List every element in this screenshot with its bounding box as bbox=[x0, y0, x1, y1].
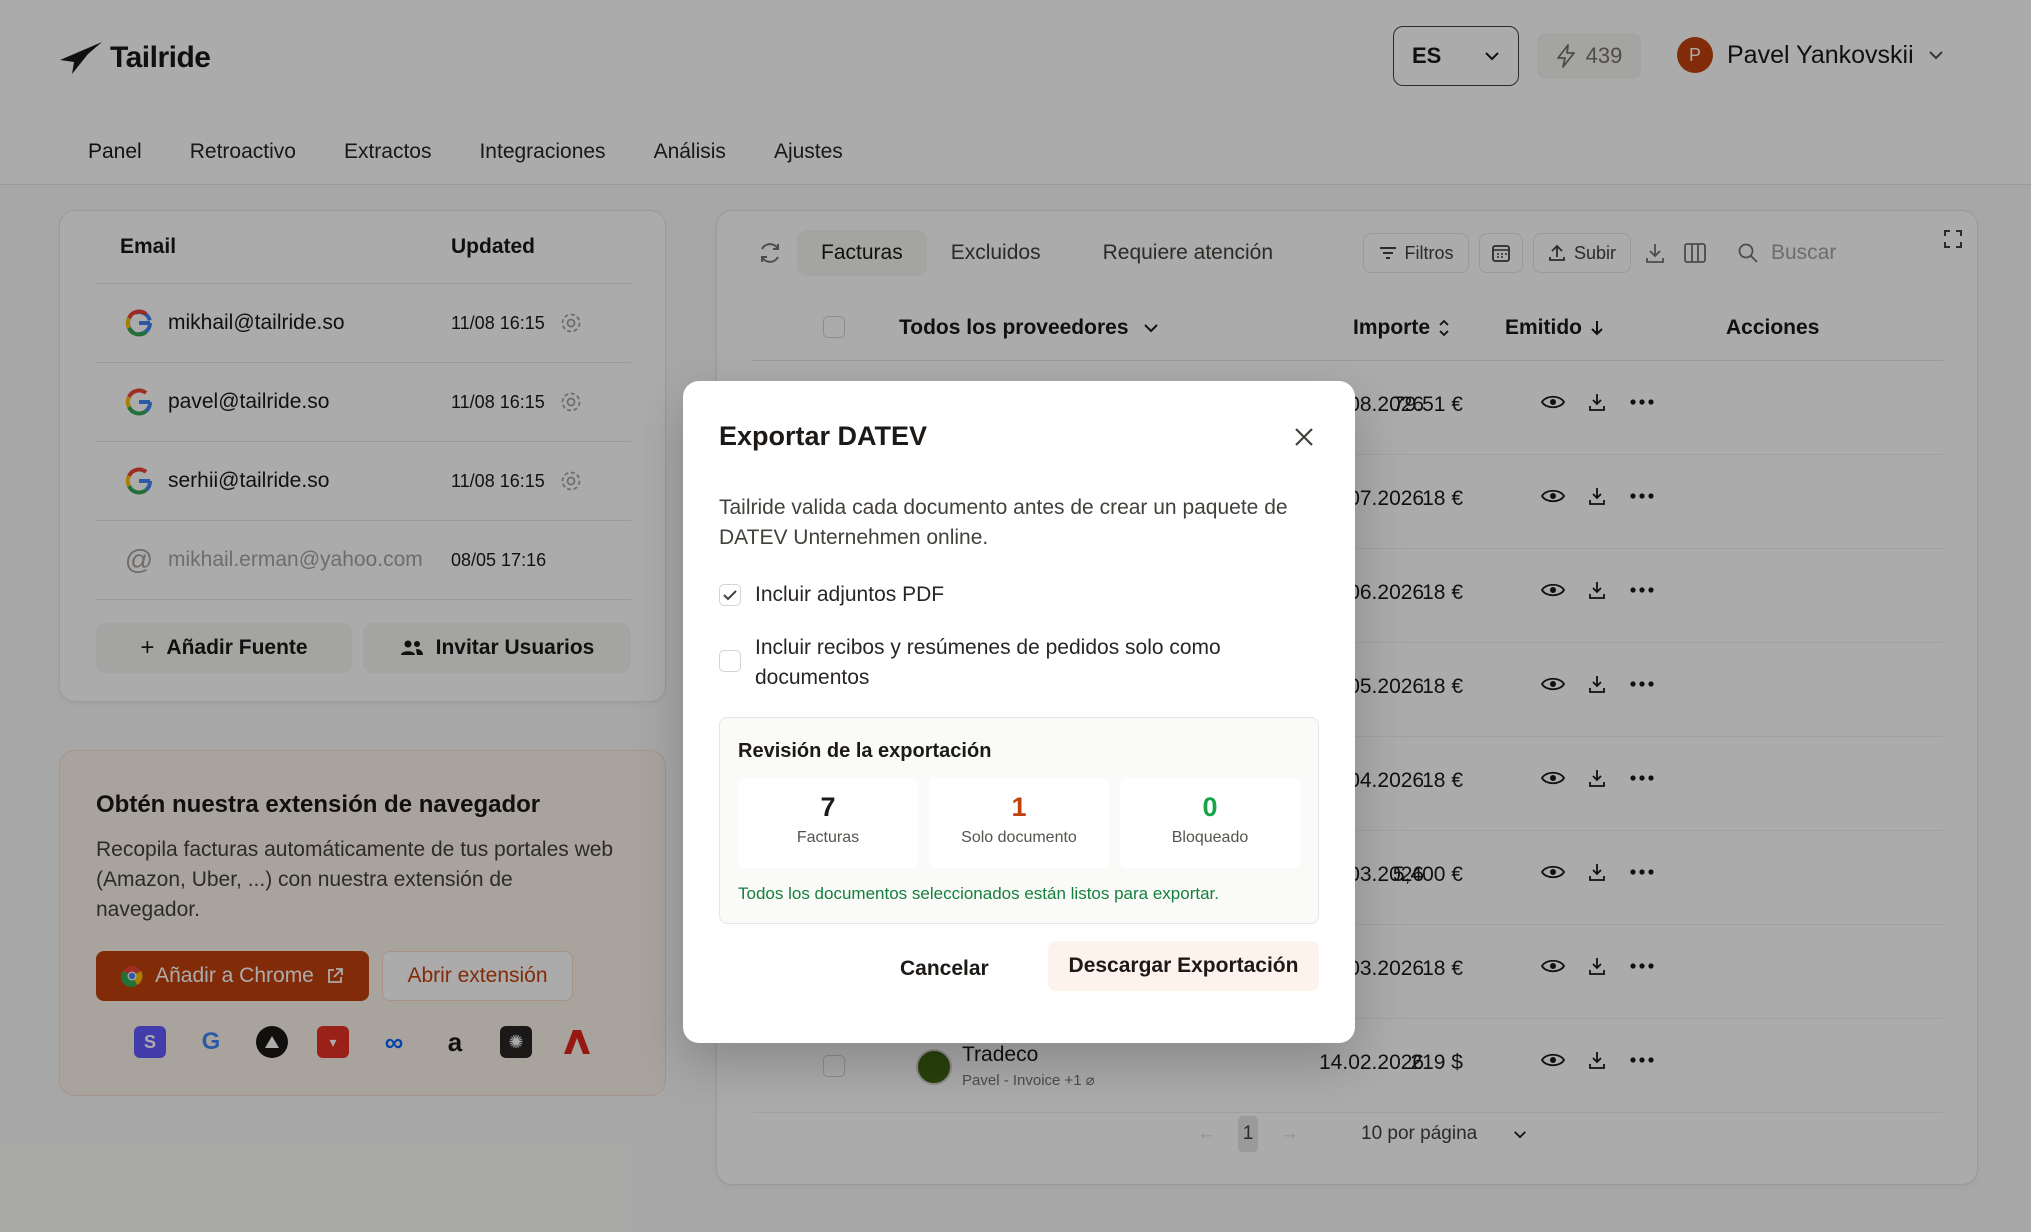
modal-title: Exportar DATEV bbox=[719, 421, 928, 451]
stat-value: 0 bbox=[1202, 792, 1218, 822]
modal-description: Tailride valida cada documento antes de … bbox=[719, 496, 1288, 549]
include-pdf-checkbox[interactable] bbox=[719, 584, 741, 606]
stat-value: 1 bbox=[1011, 792, 1027, 822]
include-pdf-label: Incluir adjuntos PDF bbox=[755, 583, 945, 606]
stat-label: Facturas bbox=[796, 829, 860, 846]
cancel-button[interactable]: Cancelar bbox=[900, 957, 989, 981]
stat-label: Solo documento bbox=[961, 829, 1077, 846]
stat-blocked: 0 Bloqueado bbox=[1120, 778, 1300, 868]
stat-invoices: 7 Facturas bbox=[738, 778, 918, 868]
include-receipts-label: Incluir recibos y resúmenes de pedidos s… bbox=[755, 636, 1221, 689]
check-icon bbox=[723, 590, 737, 601]
review-status-message: Todos los documentos seleccionados están… bbox=[738, 884, 1219, 903]
stat-value: 7 bbox=[820, 792, 836, 822]
stat-document-only: 1 Solo documento bbox=[929, 778, 1109, 868]
include-receipts-option[interactable]: Incluir recibos y resúmenes de pedidos s… bbox=[719, 633, 1279, 693]
include-receipts-checkbox[interactable] bbox=[719, 650, 741, 672]
download-export-button[interactable]: Descargar Exportación bbox=[1048, 941, 1319, 991]
export-datev-modal: Exportar DATEV Tailride valida cada docu… bbox=[683, 381, 1355, 1043]
review-title: Revisión de la exportación bbox=[738, 740, 992, 762]
stat-label: Bloqueado bbox=[1171, 829, 1249, 846]
export-review-panel: Revisión de la exportación 7 Facturas 1 … bbox=[719, 717, 1319, 924]
include-pdf-option[interactable]: Incluir adjuntos PDF bbox=[719, 580, 944, 610]
close-icon[interactable] bbox=[1293, 426, 1315, 448]
